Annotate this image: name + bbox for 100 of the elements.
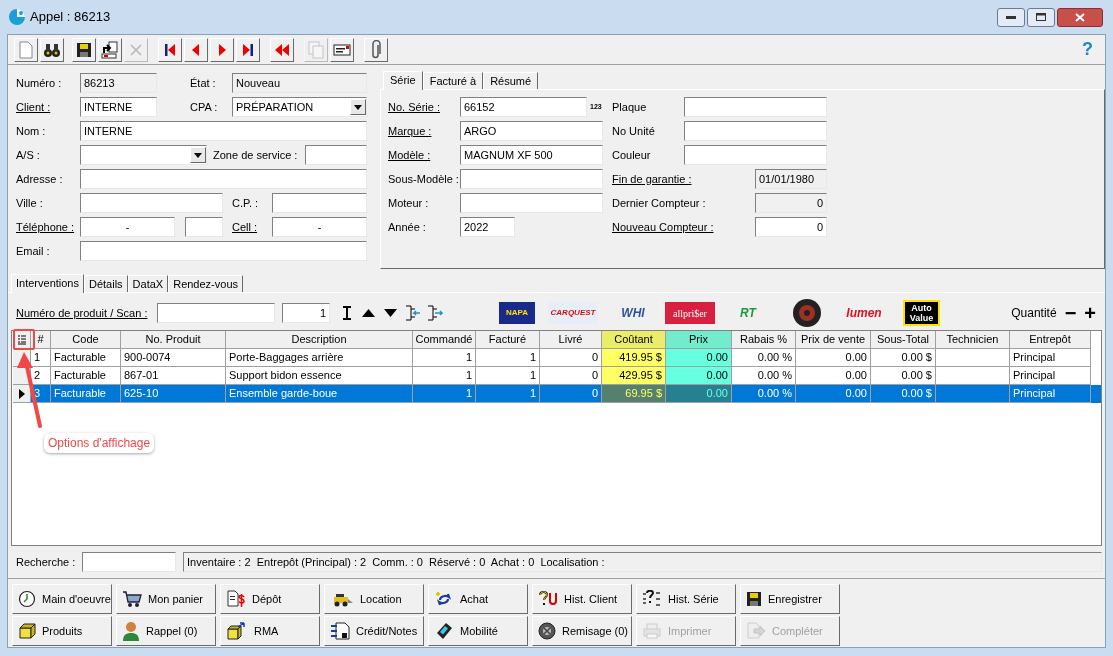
field-label[interactable]: Client :	[16, 100, 51, 113]
input-field[interactable]	[185, 217, 223, 237]
indent-button[interactable]	[405, 305, 421, 321]
action-button[interactable]: Produits	[12, 616, 112, 646]
toolbar-button[interactable]	[158, 37, 182, 62]
field-label[interactable]: No. Série :	[388, 100, 440, 113]
action-button[interactable]: Remisage (0)	[532, 616, 632, 646]
input-field[interactable]	[684, 145, 827, 165]
action-button[interactable]: Crédit/Notes	[324, 616, 424, 646]
column-header[interactable]: Sous-Total	[871, 331, 936, 349]
move-up-button[interactable]	[362, 309, 375, 317]
increase-button[interactable]: +	[1084, 303, 1096, 323]
supplier-logo-button[interactable]: NAPA	[499, 302, 535, 324]
field-label[interactable]: Téléphone :	[16, 220, 75, 233]
column-header[interactable]: Livré	[540, 331, 602, 349]
column-header[interactable]: No. Produit	[121, 331, 226, 349]
tab[interactable]: Résumé	[483, 72, 539, 89]
input-field[interactable]: 2022	[460, 217, 515, 237]
column-header[interactable]: Prix de vente	[796, 331, 871, 349]
field-label[interactable]: Nouveau Compteur :	[612, 220, 714, 233]
action-button[interactable]: Mon panier	[116, 584, 216, 614]
action-button[interactable]: Enregistrer	[740, 584, 840, 614]
input-field[interactable]	[460, 169, 603, 189]
input-field[interactable]	[305, 145, 367, 165]
column-header[interactable]: Rabais %	[732, 331, 796, 349]
minimize-button[interactable]	[997, 7, 1025, 27]
scan-field[interactable]	[157, 303, 275, 323]
tab[interactable]: Rendez-vous	[168, 275, 243, 292]
tab[interactable]: Interventions	[11, 274, 84, 293]
tab[interactable]: Détails	[84, 275, 128, 292]
action-button[interactable]: Location	[324, 584, 424, 614]
action-button[interactable]: RMA	[220, 616, 320, 646]
input-field[interactable]: INTERNE	[80, 97, 157, 117]
close-button[interactable]	[1057, 7, 1103, 27]
move-down-button[interactable]	[384, 309, 397, 317]
column-header[interactable]: Code	[51, 331, 121, 349]
supplier-logo-button[interactable]: lumen	[840, 302, 888, 324]
readonly-field[interactable]: Nouveau	[232, 73, 367, 93]
column-header[interactable]: Coûtant	[602, 331, 666, 349]
input-field[interactable]: MAGNUM XF 500	[460, 145, 603, 165]
supplier-logo-button[interactable]: allpri$er	[665, 302, 715, 324]
input-field[interactable]: ARGO	[460, 121, 603, 141]
input-field[interactable]	[80, 169, 367, 189]
action-button[interactable]: Hist. Client	[532, 584, 632, 614]
readonly-field[interactable]: 0	[755, 193, 827, 213]
supplier-logo-button[interactable]	[790, 298, 824, 328]
dropdown-button[interactable]	[190, 147, 206, 163]
supplier-logo-button[interactable]: Auto Value	[903, 300, 940, 326]
column-header[interactable]: Commandé	[413, 331, 476, 349]
column-header[interactable]: Description	[226, 331, 413, 349]
input-field[interactable]	[80, 193, 223, 213]
action-button[interactable]: Rappel (0)	[116, 616, 216, 646]
search-field[interactable]	[82, 552, 176, 572]
field-label[interactable]: Marque :	[388, 124, 432, 137]
column-header[interactable]: Technicien	[936, 331, 1010, 349]
input-field[interactable]	[684, 121, 827, 141]
action-button[interactable]: Mobilité	[428, 616, 528, 646]
input-field[interactable]	[80, 241, 367, 261]
tab[interactable]: DataX	[127, 275, 169, 292]
toolbar-button[interactable]	[364, 37, 388, 62]
supplier-logo-button[interactable]: CARQUEST	[548, 302, 598, 324]
dropdown-field[interactable]: PRÉPARATION	[232, 97, 367, 117]
input-field[interactable]: INTERNE	[80, 121, 367, 141]
decrease-button[interactable]: −	[1064, 303, 1077, 323]
maximize-button[interactable]	[1027, 7, 1055, 27]
input-field[interactable]	[684, 97, 827, 117]
column-header[interactable]: Facturé	[476, 331, 540, 349]
quantity-field[interactable]: 1	[282, 303, 330, 323]
field-label: Zone de service :	[213, 148, 298, 161]
input-field[interactable]: 66152	[460, 97, 587, 117]
field-label[interactable]: Fin de garantie :	[612, 172, 692, 185]
action-button[interactable]: Main d'oeuvre	[12, 584, 112, 614]
input-field[interactable]	[272, 193, 367, 213]
table-row[interactable]: 3 Facturable 625-10 Ensemble garde-boue 1 1 0 69.95 $ 0.00 0.00 % 0.00 0.00 $ Principal	[13, 385, 1101, 403]
field-label[interactable]: Modèle :	[388, 148, 431, 161]
tab[interactable]: Facturé à	[422, 72, 484, 89]
action-button[interactable]: Achat	[428, 584, 528, 614]
toolbar-button[interactable]	[98, 37, 122, 62]
tab[interactable]: Série	[383, 71, 423, 90]
dropdown-button[interactable]	[350, 99, 366, 115]
action-button[interactable]: Dépôt	[220, 584, 320, 614]
input-field[interactable]	[460, 193, 603, 213]
input-field[interactable]: -	[272, 217, 367, 237]
column-header[interactable]: #	[31, 331, 51, 349]
input-field[interactable]: 0	[755, 217, 827, 237]
toolbar-button[interactable]	[40, 37, 64, 62]
readonly-field[interactable]: 86213	[80, 73, 157, 93]
toolbar-button[interactable]	[330, 37, 354, 62]
toolbar-button[interactable]	[236, 37, 260, 62]
action-button[interactable]: Hist. Série	[636, 584, 736, 614]
input-field[interactable]: -	[80, 217, 175, 237]
field-label[interactable]: Cell :	[232, 220, 258, 233]
column-header[interactable]: Entrepôt	[1010, 331, 1091, 349]
column-header[interactable]: Prix	[666, 331, 732, 349]
outdent-button[interactable]	[427, 305, 443, 321]
supplier-logo-button[interactable]: WHI	[612, 302, 654, 324]
field-label[interactable]: Numéro de produit / Scan :	[16, 304, 157, 322]
dropdown-field[interactable]	[80, 145, 207, 165]
readonly-field[interactable]: 01/01/1980	[755, 169, 827, 189]
toolbar-button[interactable]	[72, 37, 96, 62]
